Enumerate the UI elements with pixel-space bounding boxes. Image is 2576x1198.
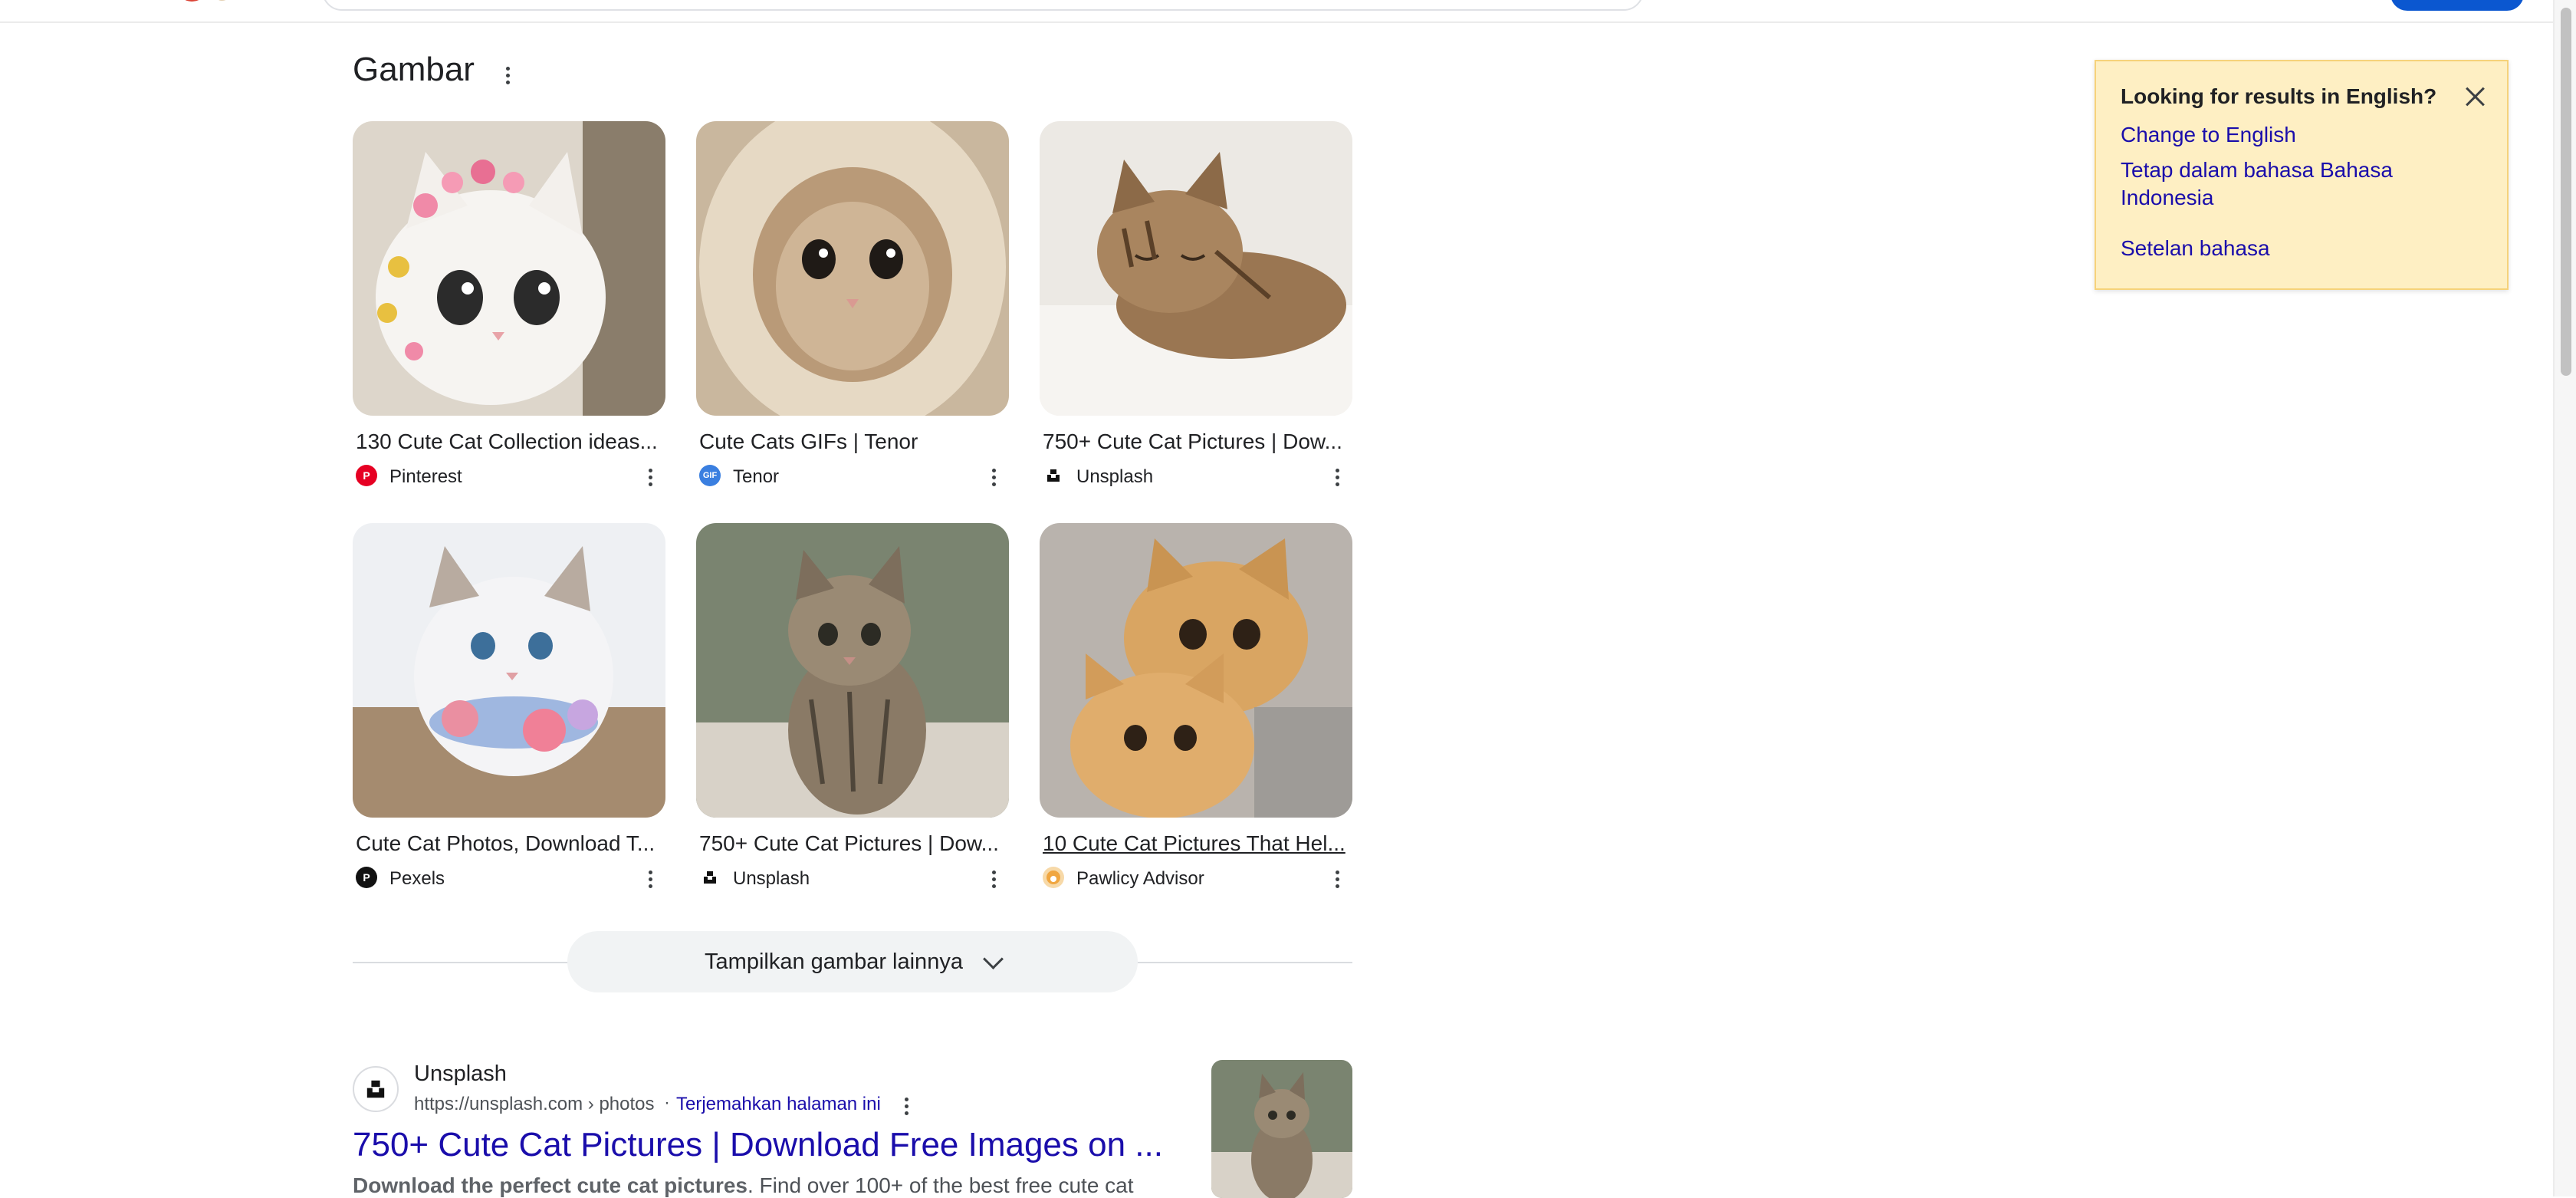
snippet-text: . Find over 100+ of the best free cute c… bbox=[748, 1173, 1134, 1197]
image-thumbnail[interactable] bbox=[696, 523, 1009, 818]
unsplash-icon bbox=[1043, 465, 1064, 486]
result-title-link[interactable]: 750+ Cute Cat Pictures | Download Free I… bbox=[353, 1126, 1163, 1164]
image-title[interactable]: 750+ Cute Cat Pictures | Dow... bbox=[699, 831, 1003, 856]
pexels-icon: P bbox=[356, 867, 377, 888]
language-settings-link[interactable]: Setelan bahasa bbox=[2121, 235, 2270, 262]
image-source[interactable]: Pexels bbox=[389, 868, 445, 890]
scrollbar-thumb[interactable] bbox=[2561, 8, 2571, 376]
close-icon[interactable] bbox=[2461, 83, 2489, 110]
unsplash-icon bbox=[699, 867, 721, 888]
image-source[interactable]: Pinterest bbox=[389, 466, 462, 488]
cat-image bbox=[353, 523, 665, 818]
image-thumbnail[interactable] bbox=[1040, 523, 1352, 818]
image-source[interactable]: Pawlicy Advisor bbox=[1076, 868, 1204, 890]
language-prompt: Looking for results in English? Change t… bbox=[2095, 60, 2509, 290]
result-site-name[interactable]: Unsplash bbox=[414, 1061, 507, 1087]
image-source[interactable]: Tenor bbox=[733, 466, 779, 488]
cat-image bbox=[1040, 121, 1352, 416]
top-header bbox=[0, 0, 2555, 23]
image-more-icon[interactable] bbox=[641, 870, 659, 888]
language-prompt-title: Looking for results in English? bbox=[2121, 84, 2437, 108]
image-more-icon[interactable] bbox=[984, 870, 1003, 888]
cat-image bbox=[696, 523, 1009, 818]
result-more-icon[interactable] bbox=[897, 1097, 915, 1115]
result-snippet: Download the perfect cute cat pictures. … bbox=[353, 1173, 1134, 1198]
image-thumbnail[interactable] bbox=[1040, 121, 1352, 416]
cat-image bbox=[1040, 523, 1352, 818]
image-thumbnail[interactable] bbox=[696, 121, 1009, 416]
tenor-icon: GIF bbox=[699, 465, 721, 486]
image-more-icon[interactable] bbox=[1328, 468, 1346, 486]
image-title[interactable]: 130 Cute Cat Collection ideas... bbox=[356, 430, 659, 454]
snippet-highlight: Download the perfect cute cat pictures bbox=[353, 1173, 748, 1197]
stay-language-link[interactable]: Tetap dalam bahasa Bahasa Indonesia bbox=[2121, 156, 2443, 212]
section-more-icon[interactable] bbox=[498, 66, 517, 84]
more-images-button[interactable]: Tampilkan gambar lainnya bbox=[567, 931, 1138, 992]
logo-fragment[interactable] bbox=[146, 0, 261, 6]
image-result-3[interactable]: 750+ Cute Cat Pictures | Dow... Unsplash bbox=[1040, 121, 1352, 487]
separator-dot: · bbox=[664, 1092, 670, 1113]
cat-image bbox=[353, 121, 665, 416]
image-title[interactable]: Cute Cat Photos, Download T... bbox=[356, 831, 659, 856]
image-title[interactable]: 750+ Cute Cat Pictures | Dow... bbox=[1043, 430, 1346, 454]
image-more-icon[interactable] bbox=[1328, 870, 1346, 888]
chevron-down-icon bbox=[983, 948, 1004, 969]
image-result-5[interactable]: 750+ Cute Cat Pictures | Dow... Unsplash bbox=[696, 523, 1009, 889]
image-result-2[interactable]: Cute Cats GIFs | Tenor GIF Tenor bbox=[696, 121, 1009, 487]
image-result-4[interactable]: Cute Cat Photos, Download T... P Pexels bbox=[353, 523, 665, 889]
section-title: Gambar bbox=[353, 51, 475, 88]
change-to-english-link[interactable]: Change to English bbox=[2121, 121, 2296, 149]
pinterest-icon: P bbox=[356, 465, 377, 486]
image-title[interactable]: Cute Cats GIFs | Tenor bbox=[699, 430, 1003, 454]
image-title[interactable]: 10 Cute Cat Pictures That Hel... bbox=[1043, 831, 1346, 856]
cat-image bbox=[696, 121, 1009, 416]
cat-image bbox=[1211, 1060, 1352, 1198]
translate-link[interactable]: Terjemahkan halaman ini bbox=[676, 1094, 881, 1115]
image-result-6[interactable]: 10 Cute Cat Pictures That Hel... Pawlicy… bbox=[1040, 523, 1352, 889]
more-images-label: Tampilkan gambar lainnya bbox=[705, 949, 963, 974]
search-box[interactable] bbox=[322, 0, 1644, 11]
image-result-1[interactable]: 130 Cute Cat Collection ideas... P Pinte… bbox=[353, 121, 665, 487]
result-url[interactable]: https://unsplash.com › photos bbox=[414, 1094, 655, 1115]
scrollbar[interactable] bbox=[2553, 0, 2576, 1196]
image-more-icon[interactable] bbox=[641, 468, 659, 486]
pawlicy-icon bbox=[1043, 867, 1064, 888]
image-source[interactable]: Unsplash bbox=[733, 868, 810, 890]
image-thumbnail[interactable] bbox=[353, 523, 665, 818]
result-thumbnail[interactable] bbox=[1211, 1060, 1352, 1198]
sign-in-button[interactable] bbox=[2390, 0, 2524, 11]
image-source[interactable]: Unsplash bbox=[1076, 466, 1153, 488]
unsplash-favicon[interactable] bbox=[353, 1066, 399, 1112]
image-thumbnail[interactable] bbox=[353, 121, 665, 416]
image-more-icon[interactable] bbox=[984, 468, 1003, 486]
